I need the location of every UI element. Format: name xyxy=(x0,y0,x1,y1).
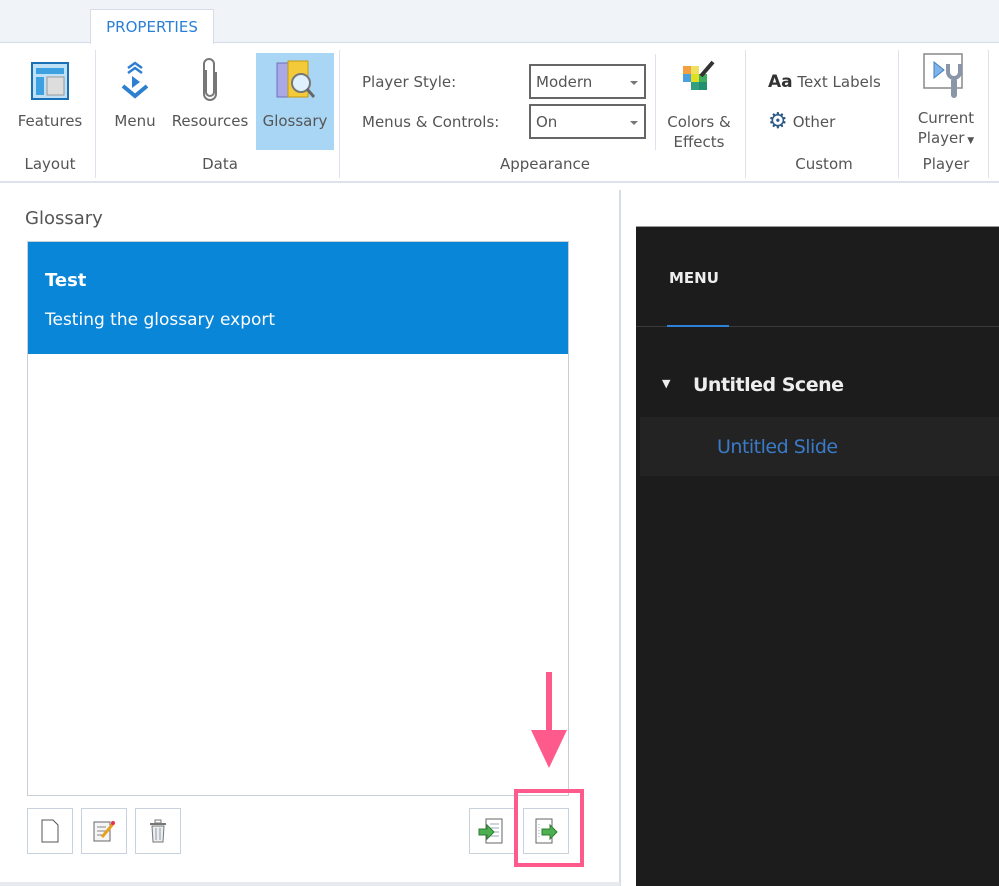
glossary-definition: Testing the glossary export xyxy=(45,310,276,330)
menu-icon xyxy=(121,61,149,99)
menu-button[interactable]: Menu xyxy=(108,56,162,150)
player-settings-icon xyxy=(923,53,963,98)
dropdown-caret-icon: ▼ xyxy=(964,136,975,146)
edit-document-icon xyxy=(93,821,115,842)
panel-divider[interactable] xyxy=(619,190,621,886)
group-data-label: Data xyxy=(202,155,238,173)
colors-effects-button[interactable]: Colors & Effects xyxy=(660,58,738,152)
text-labels-icon: Aa xyxy=(768,72,793,92)
glossary-title: Glossary xyxy=(25,208,103,229)
player-style-select[interactable]: Modern xyxy=(529,64,646,99)
annotation-arrow-icon xyxy=(529,672,569,770)
group-layout-label: Layout xyxy=(24,155,76,173)
import-glossary-button[interactable] xyxy=(469,808,515,854)
highlight-box xyxy=(514,789,584,867)
group-player-label: Player xyxy=(922,155,970,173)
edit-term-button[interactable] xyxy=(81,808,127,854)
group-appearance-label: Appearance xyxy=(499,155,591,173)
glossary-item-selected[interactable]: Test Testing the glossary export xyxy=(28,242,568,354)
slide-item[interactable]: Untitled Slide xyxy=(640,417,999,476)
new-term-button[interactable] xyxy=(27,808,73,854)
menus-controls-select[interactable]: On xyxy=(529,104,646,139)
glossary-button[interactable]: Glossary xyxy=(256,53,334,150)
current-player-button[interactable]: Current Player ▼ xyxy=(905,52,987,150)
player-preview: MENU ▼ Untitled Scene Untitled Slide xyxy=(636,226,999,886)
menu-tab[interactable]: MENU xyxy=(669,269,719,287)
slide-label: Untitled Slide xyxy=(717,436,838,458)
chevron-down-icon xyxy=(630,81,638,85)
menus-controls-label: Menus & Controls: xyxy=(362,113,500,131)
bottom-border xyxy=(0,882,620,886)
features-button[interactable]: Features xyxy=(10,56,90,150)
resources-button[interactable]: Resources xyxy=(168,56,252,150)
new-document-icon xyxy=(41,819,59,843)
trash-icon xyxy=(150,819,166,843)
text-labels-button[interactable]: Aa Text Labels xyxy=(768,72,881,92)
delete-term-button[interactable] xyxy=(135,808,181,854)
glossary-books-icon xyxy=(276,60,316,98)
color-palette-icon xyxy=(683,60,715,90)
group-custom-label: Custom xyxy=(795,155,853,173)
gear-icon: ⚙ xyxy=(768,109,788,134)
paperclip-icon xyxy=(203,58,217,101)
other-button[interactable]: ⚙ Other xyxy=(768,109,835,134)
scene-item[interactable]: Untitled Scene xyxy=(693,374,844,396)
glossary-list[interactable]: Test Testing the glossary export xyxy=(27,241,569,796)
glossary-term: Test xyxy=(45,270,87,291)
import-icon xyxy=(478,818,503,844)
tab-properties[interactable]: PROPERTIES xyxy=(90,9,214,44)
triangle-down-icon[interactable]: ▼ xyxy=(662,377,670,390)
player-style-label: Player Style: xyxy=(362,73,457,91)
features-icon xyxy=(31,62,69,100)
active-tab-indicator xyxy=(667,325,729,327)
chevron-down-icon xyxy=(630,121,638,125)
